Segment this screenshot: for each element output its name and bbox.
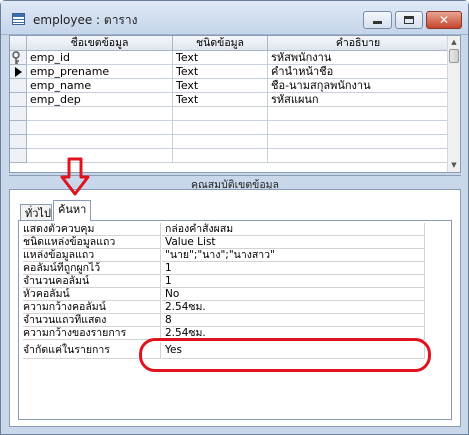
row-selector[interactable] [10,65,27,79]
scrollbar-thumb[interactable] [449,49,459,63]
empty-row[interactable] [10,107,448,121]
property-label: หัวคอลัมน์ [23,288,161,301]
property-value[interactable]: 1 [162,275,425,288]
table-icon [12,13,25,25]
table-row[interactable]: emp_prename Text คำนำหน้าชื่อ [10,65,448,79]
property-value[interactable]: 2.54ซม. [162,301,425,314]
minimize-icon [373,21,382,24]
property-row[interactable]: ความกว้างคอลัมน์ 2.54ซม. [23,301,427,314]
empty-row[interactable] [10,135,448,149]
property-value[interactable]: กล่องคำสั่งผสม [162,223,425,236]
property-label: ความกว้างคอลัมน์ [23,301,161,314]
field-name-cell[interactable]: emp_id [27,51,173,65]
property-label: คอลัมน์ที่ถูกผูกไว้ [23,262,161,275]
grid-header: ชื่อเขตข้อมูล ชนิดข้อมูล คำอธิบาย [10,36,448,51]
data-type-cell[interactable]: Text [173,65,268,79]
table-row[interactable]: emp_dep Text รหัสแผนก [10,93,448,107]
property-row[interactable]: จำนวนคอลัมน์ 1 [23,275,427,288]
lookup-properties-sheet: แสดงตัวควบคุม กล่องคำสั่งผสม ชนิดแหล่งข้… [18,220,452,420]
property-row[interactable]: จำนวนแถวที่แสดง 8 [23,314,427,327]
table-row[interactable]: emp_name Text ชื่อ-นามสกุลพนักงาน [10,79,448,93]
description-cell[interactable]: ชื่อ-นามสกุลพนักงาน [268,79,448,93]
field-name-cell[interactable] [27,107,173,121]
data-type-cell[interactable] [173,135,268,149]
property-value[interactable]: 8 [162,314,425,327]
table-row[interactable]: emp_id Text รหัสพนักงาน [10,51,448,65]
row-selector[interactable] [10,93,27,107]
row-selector[interactable] [10,107,27,121]
empty-row[interactable] [10,121,448,135]
property-row[interactable]: แหล่งข้อมูลแถว "นาย";"นาง";"นางสาว" [23,249,427,262]
property-label: ความกว้างของรายการ [23,327,161,340]
annotation-highlight-oval [139,338,431,372]
maximize-button[interactable] [395,11,423,29]
data-type-cell[interactable]: Text [173,93,268,107]
property-row[interactable]: แสดงตัวควบคุม กล่องคำสั่งผสม [23,223,427,236]
window-title: employee : ตาราง [33,13,138,27]
property-label: แสดงตัวควบคุม [23,223,161,236]
field-name-cell[interactable] [27,149,173,163]
property-label: จำนวนแถวที่แสดง [23,314,161,327]
field-name-cell[interactable] [27,121,173,135]
data-type-cell[interactable]: Text [173,51,268,65]
data-type-cell[interactable] [173,149,268,163]
property-row[interactable]: หัวคอลัมน์ No [23,288,427,301]
annotation-arrow-icon [60,157,90,196]
field-name-cell[interactable] [27,135,173,149]
column-header-data-type[interactable]: ชนิดข้อมูล [173,36,268,51]
description-cell[interactable] [268,107,448,121]
close-icon: ✕ [438,13,450,27]
column-header-description[interactable]: คำอธิบาย [268,36,448,51]
maximize-icon [404,16,414,24]
scroll-down-arrow-icon[interactable]: ▼ [448,159,460,171]
column-header-field-name[interactable]: ชื่อเขตข้อมูล [27,36,173,51]
property-value[interactable]: "นาย";"นาง";"นางสาว" [162,249,425,262]
property-row[interactable]: ชนิดแหล่งข้อมูลแถว Value List [23,236,427,249]
property-label: แหล่งข้อมูลแถว [23,249,161,262]
row-selector[interactable] [10,149,27,163]
title-bar[interactable]: employee : ตาราง ✕ [1,1,468,35]
property-label: จำนวนคอลัมน์ [23,275,161,288]
close-button[interactable]: ✕ [426,11,462,29]
field-design-grid: ชื่อเขตข้อมูล ชนิดข้อมูล คำอธิบาย emp_id… [9,35,461,173]
selector-header [10,36,27,51]
tab-general[interactable]: ทั่วไป [20,204,52,220]
current-row-arrow-icon [15,67,22,77]
row-selector[interactable] [10,135,27,149]
field-name-cell[interactable]: emp_name [27,79,173,93]
property-label: ชนิดแหล่งข้อมูลแถว [23,236,161,249]
field-name-cell[interactable]: emp_prename [27,65,173,79]
row-selector[interactable] [10,79,27,93]
data-type-cell[interactable] [173,107,268,121]
description-cell[interactable] [268,149,448,163]
data-type-cell[interactable]: Text [173,79,268,93]
property-value[interactable]: No [162,288,425,301]
property-value[interactable]: 1 [162,262,425,275]
field-properties-panel: ทั่วไป ค้นหา แสดงตัวควบคุม กล่องคำสั่งผส… [9,189,461,427]
grid-vertical-scrollbar[interactable]: ▲ ▼ [447,36,460,172]
tab-lookup[interactable]: ค้นหา [53,200,91,221]
description-cell[interactable]: รหัสแผนก [268,93,448,107]
row-selector[interactable] [10,121,27,135]
field-name-cell[interactable]: emp_dep [27,93,173,107]
description-cell[interactable]: คำนำหน้าชื่อ [268,65,448,79]
property-value[interactable]: Value List [162,236,425,249]
description-cell[interactable] [268,135,448,149]
scroll-up-arrow-icon[interactable]: ▲ [448,36,460,48]
minimize-button[interactable] [363,11,392,29]
description-cell[interactable] [268,121,448,135]
property-row[interactable]: คอลัมน์ที่ถูกผูกไว้ 1 [23,262,427,275]
data-type-cell[interactable] [173,121,268,135]
description-cell[interactable]: รหัสพนักงาน [268,51,448,65]
row-selector[interactable] [10,51,27,65]
key-icon [12,51,20,64]
